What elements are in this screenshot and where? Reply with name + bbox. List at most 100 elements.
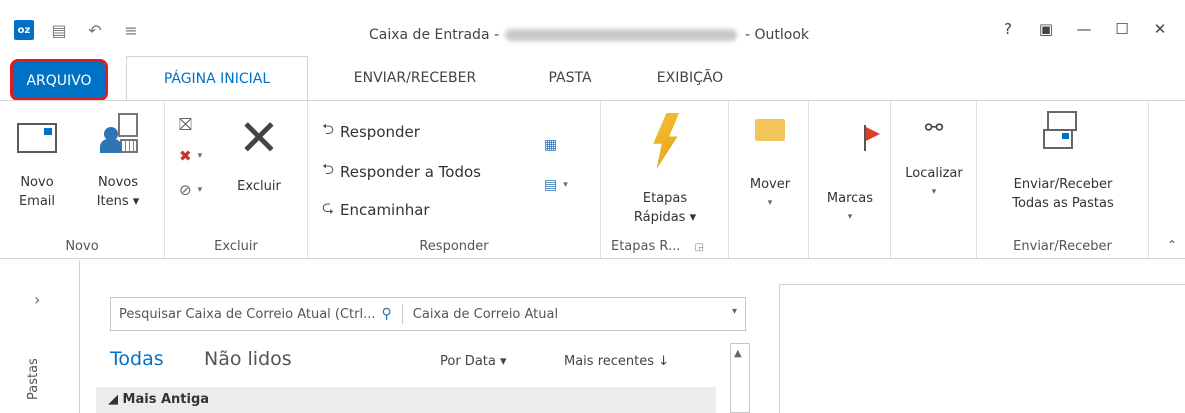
new-items-label-1: Novos — [97, 175, 139, 190]
new-items-button[interactable]: Novos Itens ▾ — [88, 113, 148, 211]
search-icon[interactable]: ⚲ — [382, 306, 392, 322]
reply-all-button[interactable]: ⮌ Responder a Todos — [322, 159, 481, 184]
move-dropdown-icon: ▾ — [767, 198, 773, 208]
group-header-oldest[interactable]: ◢ Mais Antiga — [96, 387, 716, 413]
sort-by-date-dropdown[interactable]: Por Data ▾ — [440, 354, 507, 369]
ignore-icon[interactable]: ⛝ — [179, 115, 192, 135]
maximize-button[interactable]: ☐ — [1103, 20, 1141, 38]
reading-pane — [779, 284, 1185, 413]
move-button[interactable]: Mover ▾ — [737, 111, 803, 213]
new-items-icon — [98, 113, 138, 153]
quick-steps-button[interactable]: Etapas Rápidas ▾ — [619, 113, 711, 227]
dialog-launcher-icon[interactable]: ◲ — [695, 242, 704, 253]
tab-send-receive[interactable]: ENVIAR/RECEBER — [320, 56, 510, 100]
tab-view[interactable]: EXIBIÇÃO — [630, 56, 750, 100]
group-delete-label: Excluir — [214, 239, 258, 254]
forward-label: Encaminhar — [340, 200, 430, 219]
tags-label: Marcas — [826, 191, 874, 206]
delete-icon: ✕ — [238, 109, 280, 167]
group-respond: ⮌ Responder ⮌ Responder a Todos ⮎ Encaminha… — [308, 101, 601, 258]
reply-icon: ⮌ — [322, 120, 335, 138]
minimize-button[interactable]: — — [1065, 20, 1103, 38]
tags-button[interactable]: Marcas ▾ — [815, 111, 885, 227]
group-send-receive-label: Enviar/Receber — [1013, 239, 1112, 254]
delete-label: Excluir — [237, 179, 281, 194]
quick-access-toolbar: oz ▤ ↶ ≡ — [14, 20, 142, 40]
undo-icon[interactable]: ↶ — [84, 21, 106, 40]
ribbon-tabs: ARQUIVO PÁGINA INICIAL ENVIAR/RECEBER PA… — [0, 56, 1185, 101]
send-receive-all-button[interactable]: Enviar/Receber Todas as Pastas — [989, 111, 1137, 213]
follow-up-flag-icon — [864, 125, 880, 151]
send-receive-all-label-1: Enviar/Receber — [1013, 177, 1113, 192]
group-quick-steps-label: Etapas R... ◲ — [601, 239, 728, 254]
quick-steps-group-text: Etapas R... — [611, 239, 681, 254]
help-button[interactable]: ? — [989, 20, 1027, 38]
quick-steps-label-1: Etapas — [642, 191, 688, 206]
move-folder-icon — [755, 119, 785, 141]
junk-icon[interactable]: ⊘ ▾ — [179, 181, 202, 199]
forward-icon: ⮎ — [322, 198, 335, 216]
tab-home[interactable]: PÁGINA INICIAL — [126, 56, 308, 100]
move-label: Mover — [749, 177, 791, 192]
delete-button[interactable]: ✕ Excluir — [231, 109, 287, 196]
forward-button[interactable]: ⮎ Encaminhar — [322, 197, 430, 222]
group-delete: ⛝ ✖ ▾ ⊘ ▾ ✕ Excluir Excluir — [165, 101, 308, 258]
meeting-reply-icon[interactable]: ▦ — [544, 137, 557, 153]
new-email-label-1: Novo — [20, 175, 54, 190]
tab-file[interactable]: ARQUIVO — [10, 59, 108, 101]
search-box[interactable]: Pesquisar Caixa de Correio Atual (Ctrl..… — [110, 297, 746, 331]
quick-steps-icon — [653, 113, 679, 169]
clean-up-icon[interactable]: ✖ ▾ — [179, 147, 202, 165]
window-title-right: - Outlook — [745, 27, 810, 43]
scroll-up-icon[interactable]: ▲ — [734, 348, 742, 359]
tab-folder[interactable]: PASTA — [520, 56, 620, 100]
new-email-button[interactable]: Novo Email — [14, 123, 60, 211]
window-controls: ? ▣ — ☐ ✕ — [989, 20, 1179, 38]
outlook-app-icon[interactable]: oz — [14, 20, 34, 40]
group-new-label: Novo — [65, 239, 99, 254]
find-button[interactable]: ⚯ Localizar ▾ — [897, 111, 971, 202]
search-scope-dropdown[interactable]: Caixa de Correio Atual — [413, 307, 558, 322]
new-items-label-2: Itens ▾ — [96, 194, 140, 209]
sort-order-toggle[interactable]: Mais recentes ↓ — [564, 354, 669, 369]
group-send-receive: Enviar/Receber Todas as Pastas Enviar/Re… — [977, 101, 1149, 258]
close-button[interactable]: ✕ — [1141, 20, 1179, 38]
find-dropdown-icon: ▾ — [931, 187, 937, 197]
tags-dropdown-icon: ▾ — [847, 212, 853, 222]
filter-all[interactable]: Todas — [110, 348, 164, 370]
expand-folder-pane-icon[interactable]: › — [34, 290, 40, 309]
ribbon-display-options-button[interactable]: ▣ — [1027, 20, 1065, 38]
reply-all-label: Responder a Todos — [340, 162, 481, 181]
collapse-ribbon-icon[interactable]: ⌃ — [1167, 238, 1177, 252]
customize-qat-icon[interactable]: ≡ — [120, 21, 142, 40]
chevron-down-icon[interactable]: ▾ — [732, 306, 737, 317]
more-respond-icon[interactable]: ▤ ▾ — [544, 177, 568, 193]
search-input[interactable]: Pesquisar Caixa de Correio Atual (Ctrl..… — [111, 307, 376, 322]
title-bar: oz ▤ ↶ ≡ Caixa de Entrada - - Outlook ? ▣… — [0, 0, 1185, 56]
reply-all-icon: ⮌ — [322, 160, 335, 178]
new-email-label-2: Email — [18, 194, 56, 209]
redacted-email — [505, 29, 738, 41]
send-receive-icon[interactable]: ▤ — [48, 21, 70, 40]
quick-steps-label-2: Rápidas ▾ — [633, 210, 697, 225]
group-respond-label: Responder — [419, 239, 489, 254]
binoculars-icon: ⚯ — [924, 116, 944, 141]
reply-label: Responder — [340, 122, 420, 141]
group-move: Mover ▾ — [729, 101, 809, 258]
window-title: Caixa de Entrada - - Outlook — [369, 27, 809, 43]
send-receive-all-label-2: Todas as Pastas — [1012, 196, 1114, 211]
search-separator — [401, 304, 403, 324]
group-tags: Marcas ▾ — [809, 101, 891, 258]
reply-button[interactable]: ⮌ Responder — [322, 119, 420, 144]
message-list-scrollbar[interactable]: ▲ — [730, 343, 750, 413]
ribbon: Novo Email Novos Itens ▾ Novo ⛝ ✖ ▾ ⊘ ▾ ✕ … — [0, 100, 1185, 259]
group-quick-steps: Etapas Rápidas ▾ Etapas R... ◲ — [601, 101, 729, 258]
group-find: ⚯ Localizar ▾ — [891, 101, 977, 258]
filter-bar: Todas Não lidos Por Data ▾ Mais recentes… — [110, 348, 710, 376]
message-list-pane: Pesquisar Caixa de Correio Atual (Ctrl..… — [96, 260, 760, 413]
group-new: Novo Email Novos Itens ▾ Novo — [0, 101, 165, 258]
filter-unread[interactable]: Não lidos — [204, 348, 292, 370]
find-label: Localizar — [905, 166, 963, 181]
folder-pane-collapsed: › Pastas — [0, 260, 80, 413]
folders-label[interactable]: Pastas — [26, 358, 41, 400]
